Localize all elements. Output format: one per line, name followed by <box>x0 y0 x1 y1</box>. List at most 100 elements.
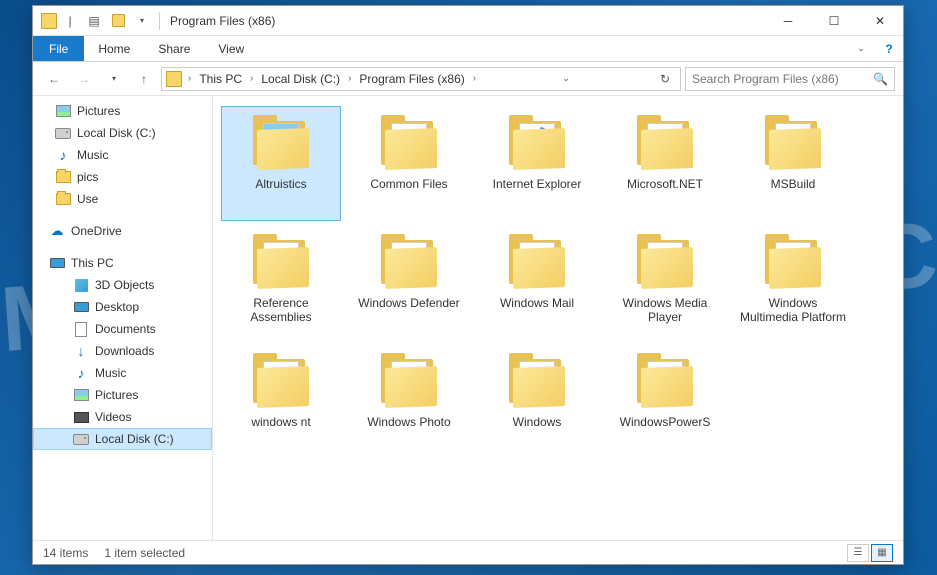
folder-tile[interactable]: windows nt <box>221 344 341 459</box>
folder-label: Windows Multimedia Platform <box>738 296 848 324</box>
view-details-button[interactable]: ☰ <box>847 544 869 562</box>
crumb-local-disk[interactable]: Local Disk (C:) <box>257 72 344 86</box>
tab-share[interactable]: Share <box>144 36 204 61</box>
nav-pics[interactable]: pics <box>33 166 212 188</box>
nav-local-disk[interactable]: Local Disk (C:) <box>33 122 212 144</box>
drive-icon <box>55 128 71 139</box>
search-icon[interactable]: 🔍 <box>873 72 888 86</box>
downloads-icon: ↓ <box>73 343 89 359</box>
nav-use[interactable]: Use <box>33 188 212 210</box>
folder-icon <box>249 353 313 409</box>
folder-tile[interactable]: Windows Mail <box>477 225 597 340</box>
folder-label: WindowsPowerS <box>620 415 711 429</box>
folder-tile[interactable]: ⚙ Windows Multimedia Platform <box>733 225 853 340</box>
maximize-button[interactable]: ☐ <box>811 6 857 36</box>
qat-separator-icon: | <box>59 10 81 32</box>
ribbon-expand-icon[interactable]: ⌄ <box>847 36 875 61</box>
tab-file[interactable]: File <box>33 36 84 61</box>
folder-tile[interactable]: Internet Explorer <box>477 106 597 221</box>
nav-pictures-2[interactable]: Pictures <box>33 384 212 406</box>
help-icon[interactable]: ? <box>875 36 903 61</box>
nav-pictures[interactable]: Pictures <box>33 100 212 122</box>
folder-icon <box>56 171 71 183</box>
chevron-right-icon[interactable]: › <box>471 73 478 84</box>
qat-newfolder-icon[interactable] <box>107 10 129 32</box>
folder-tile[interactable]: Windows Defender <box>349 225 469 340</box>
folder-icon <box>56 193 71 205</box>
folder-label: Reference Assemblies <box>226 296 336 324</box>
folder-label: Microsoft.NET <box>627 177 703 191</box>
folder-icon: ⚙ <box>377 353 441 409</box>
tiles-container: AltruisticsCommon FilesInternet Explorer… <box>221 106 895 459</box>
address-dropdown-icon[interactable]: ⌄ <box>555 68 577 90</box>
nav-this-pc[interactable]: This PC <box>33 252 212 274</box>
ribbon-tabs: File Home Share View ⌄ ? <box>33 36 903 62</box>
search-box[interactable]: 🔍 <box>685 67 895 91</box>
search-input[interactable] <box>692 72 873 86</box>
nav-label: Local Disk (C:) <box>95 432 174 446</box>
nav-onedrive[interactable]: ☁OneDrive <box>33 220 212 242</box>
tab-home[interactable]: Home <box>84 36 144 61</box>
folder-label: Windows Photo <box>367 415 450 429</box>
folder-tile[interactable]: ⚙Windows <box>477 344 597 459</box>
nav-label: Use <box>77 192 98 206</box>
chevron-right-icon[interactable]: › <box>186 73 193 84</box>
folder-tile[interactable]: WindowsPowerS <box>605 344 725 459</box>
address-bar[interactable]: › This PC › Local Disk (C:) › Program Fi… <box>161 67 681 91</box>
folder-icon: ⚙ <box>633 234 697 290</box>
folder-label: Windows Mail <box>500 296 574 310</box>
nav-music-2[interactable]: ♪Music <box>33 362 212 384</box>
folder-icon <box>505 115 569 171</box>
nav-local-disk-2[interactable]: Local Disk (C:) <box>33 428 212 450</box>
crumb-program-files[interactable]: Program Files (x86) <box>355 72 468 86</box>
qat-properties-icon[interactable]: ▤ <box>83 10 105 32</box>
qat-dropdown-icon[interactable]: ▾ <box>131 10 153 32</box>
folder-tile[interactable]: Common Files <box>349 106 469 221</box>
nav-up-button[interactable]: ↑ <box>131 66 157 92</box>
pictures-icon <box>74 389 89 401</box>
folder-label: Windows Defender <box>358 296 459 310</box>
tab-view[interactable]: View <box>204 36 258 61</box>
files-area[interactable]: AltruisticsCommon FilesInternet Explorer… <box>213 96 903 540</box>
folder-tile[interactable]: ⚙Windows Media Player <box>605 225 725 340</box>
folder-tile[interactable]: Microsoft.NET <box>605 106 725 221</box>
folder-tile[interactable]: Altruistics <box>221 106 341 221</box>
app-folder-icon <box>41 13 57 29</box>
close-button[interactable]: ✕ <box>857 6 903 36</box>
nav-downloads[interactable]: ↓Downloads <box>33 340 212 362</box>
nav-label: Documents <box>95 322 156 336</box>
explorer-window: | ▤ ▾ Program Files (x86) ─ ☐ ✕ File Hom… <box>32 5 904 565</box>
nav-forward-button[interactable]: → <box>71 66 97 92</box>
documents-icon <box>75 322 87 337</box>
nav-recent-dropdown[interactable]: ▾ <box>101 66 127 92</box>
folder-icon <box>633 115 697 171</box>
nav-label: This PC <box>71 256 114 270</box>
refresh-icon[interactable]: ↻ <box>654 68 676 90</box>
folder-label: windows nt <box>251 415 310 429</box>
address-folder-icon <box>166 71 182 87</box>
chevron-right-icon[interactable]: › <box>248 73 255 84</box>
address-bar-row: ← → ▾ ↑ › This PC › Local Disk (C:) › Pr… <box>33 62 903 96</box>
nav-3d-objects[interactable]: 3D Objects <box>33 274 212 296</box>
folder-icon <box>377 234 441 290</box>
folder-tile[interactable]: ⚙ Windows Photo <box>349 344 469 459</box>
minimize-button[interactable]: ─ <box>765 6 811 36</box>
videos-icon <box>74 412 89 423</box>
nav-music[interactable]: ♪Music <box>33 144 212 166</box>
navigation-pane[interactable]: Pictures Local Disk (C:) ♪Music pics Use… <box>33 96 213 540</box>
folder-icon: ⚙ <box>761 234 825 290</box>
pc-icon <box>50 258 65 268</box>
nav-label: OneDrive <box>71 224 122 238</box>
titlebar-separator <box>159 12 160 30</box>
nav-back-button[interactable]: ← <box>41 66 67 92</box>
folder-tile[interactable]: MSBuild <box>733 106 853 221</box>
chevron-right-icon[interactable]: › <box>346 73 353 84</box>
folder-icon: ⚙ <box>505 353 569 409</box>
crumb-this-pc[interactable]: This PC <box>195 72 246 86</box>
nav-documents[interactable]: Documents <box>33 318 212 340</box>
view-icons-button[interactable]: ▦ <box>871 544 893 562</box>
nav-desktop[interactable]: Desktop <box>33 296 212 318</box>
drive-icon <box>73 434 89 445</box>
folder-tile[interactable]: Reference Assemblies <box>221 225 341 340</box>
nav-videos[interactable]: Videos <box>33 406 212 428</box>
